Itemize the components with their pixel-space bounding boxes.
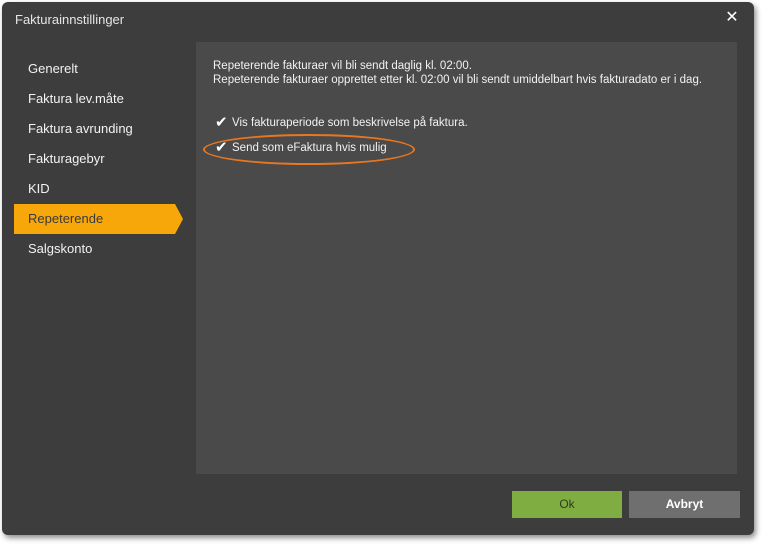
efaktura-checkbox[interactable]: ✔ Send som eFaktura hvis mulig [215,139,387,157]
sidebar-item-kid[interactable]: KID [14,174,184,204]
settings-dialog: Fakturainnstillinger ✕ Generelt Faktura … [2,2,754,535]
dialog-title: Fakturainnstillinger [15,12,125,27]
sidebar-item-repeterende[interactable]: Repeterende [14,204,183,234]
checkmark-icon: ✔ [215,139,228,156]
sidebar-item-generelt[interactable]: Generelt [14,54,184,84]
cancel-button[interactable]: Avbryt [629,491,740,518]
settings-panel: Repeterende fakturaer vil bli sendt dagl… [196,42,737,474]
close-icon[interactable]: ✕ [724,10,740,26]
sidebar-item-faktura-avrunding[interactable]: Faktura avrunding [14,114,184,144]
info-text: Repeterende fakturaer vil bli sendt dagl… [213,59,718,87]
show-period-checkbox[interactable]: ✔ Vis fakturaperiode som beskrivelse på f… [215,114,468,132]
sidebar-item-salgskonto[interactable]: Salgskonto [14,234,184,264]
sidebar: Generelt Faktura lev.måte Faktura avrund… [14,54,184,264]
ok-button[interactable]: Ok [512,491,622,518]
checkmark-icon: ✔ [215,114,228,131]
sidebar-item-fakturagebyr[interactable]: Fakturagebyr [14,144,184,174]
sidebar-item-faktura-lev-mate[interactable]: Faktura lev.måte [14,84,184,114]
show-period-label: Vis fakturaperiode som beskrivelse på fa… [232,117,468,129]
info-line-2: Repeterende fakturaer opprettet etter kl… [213,74,703,86]
efaktura-label: Send som eFaktura hvis mulig [232,142,387,154]
info-line-1: Repeterende fakturaer vil bli sendt dagl… [213,60,472,72]
